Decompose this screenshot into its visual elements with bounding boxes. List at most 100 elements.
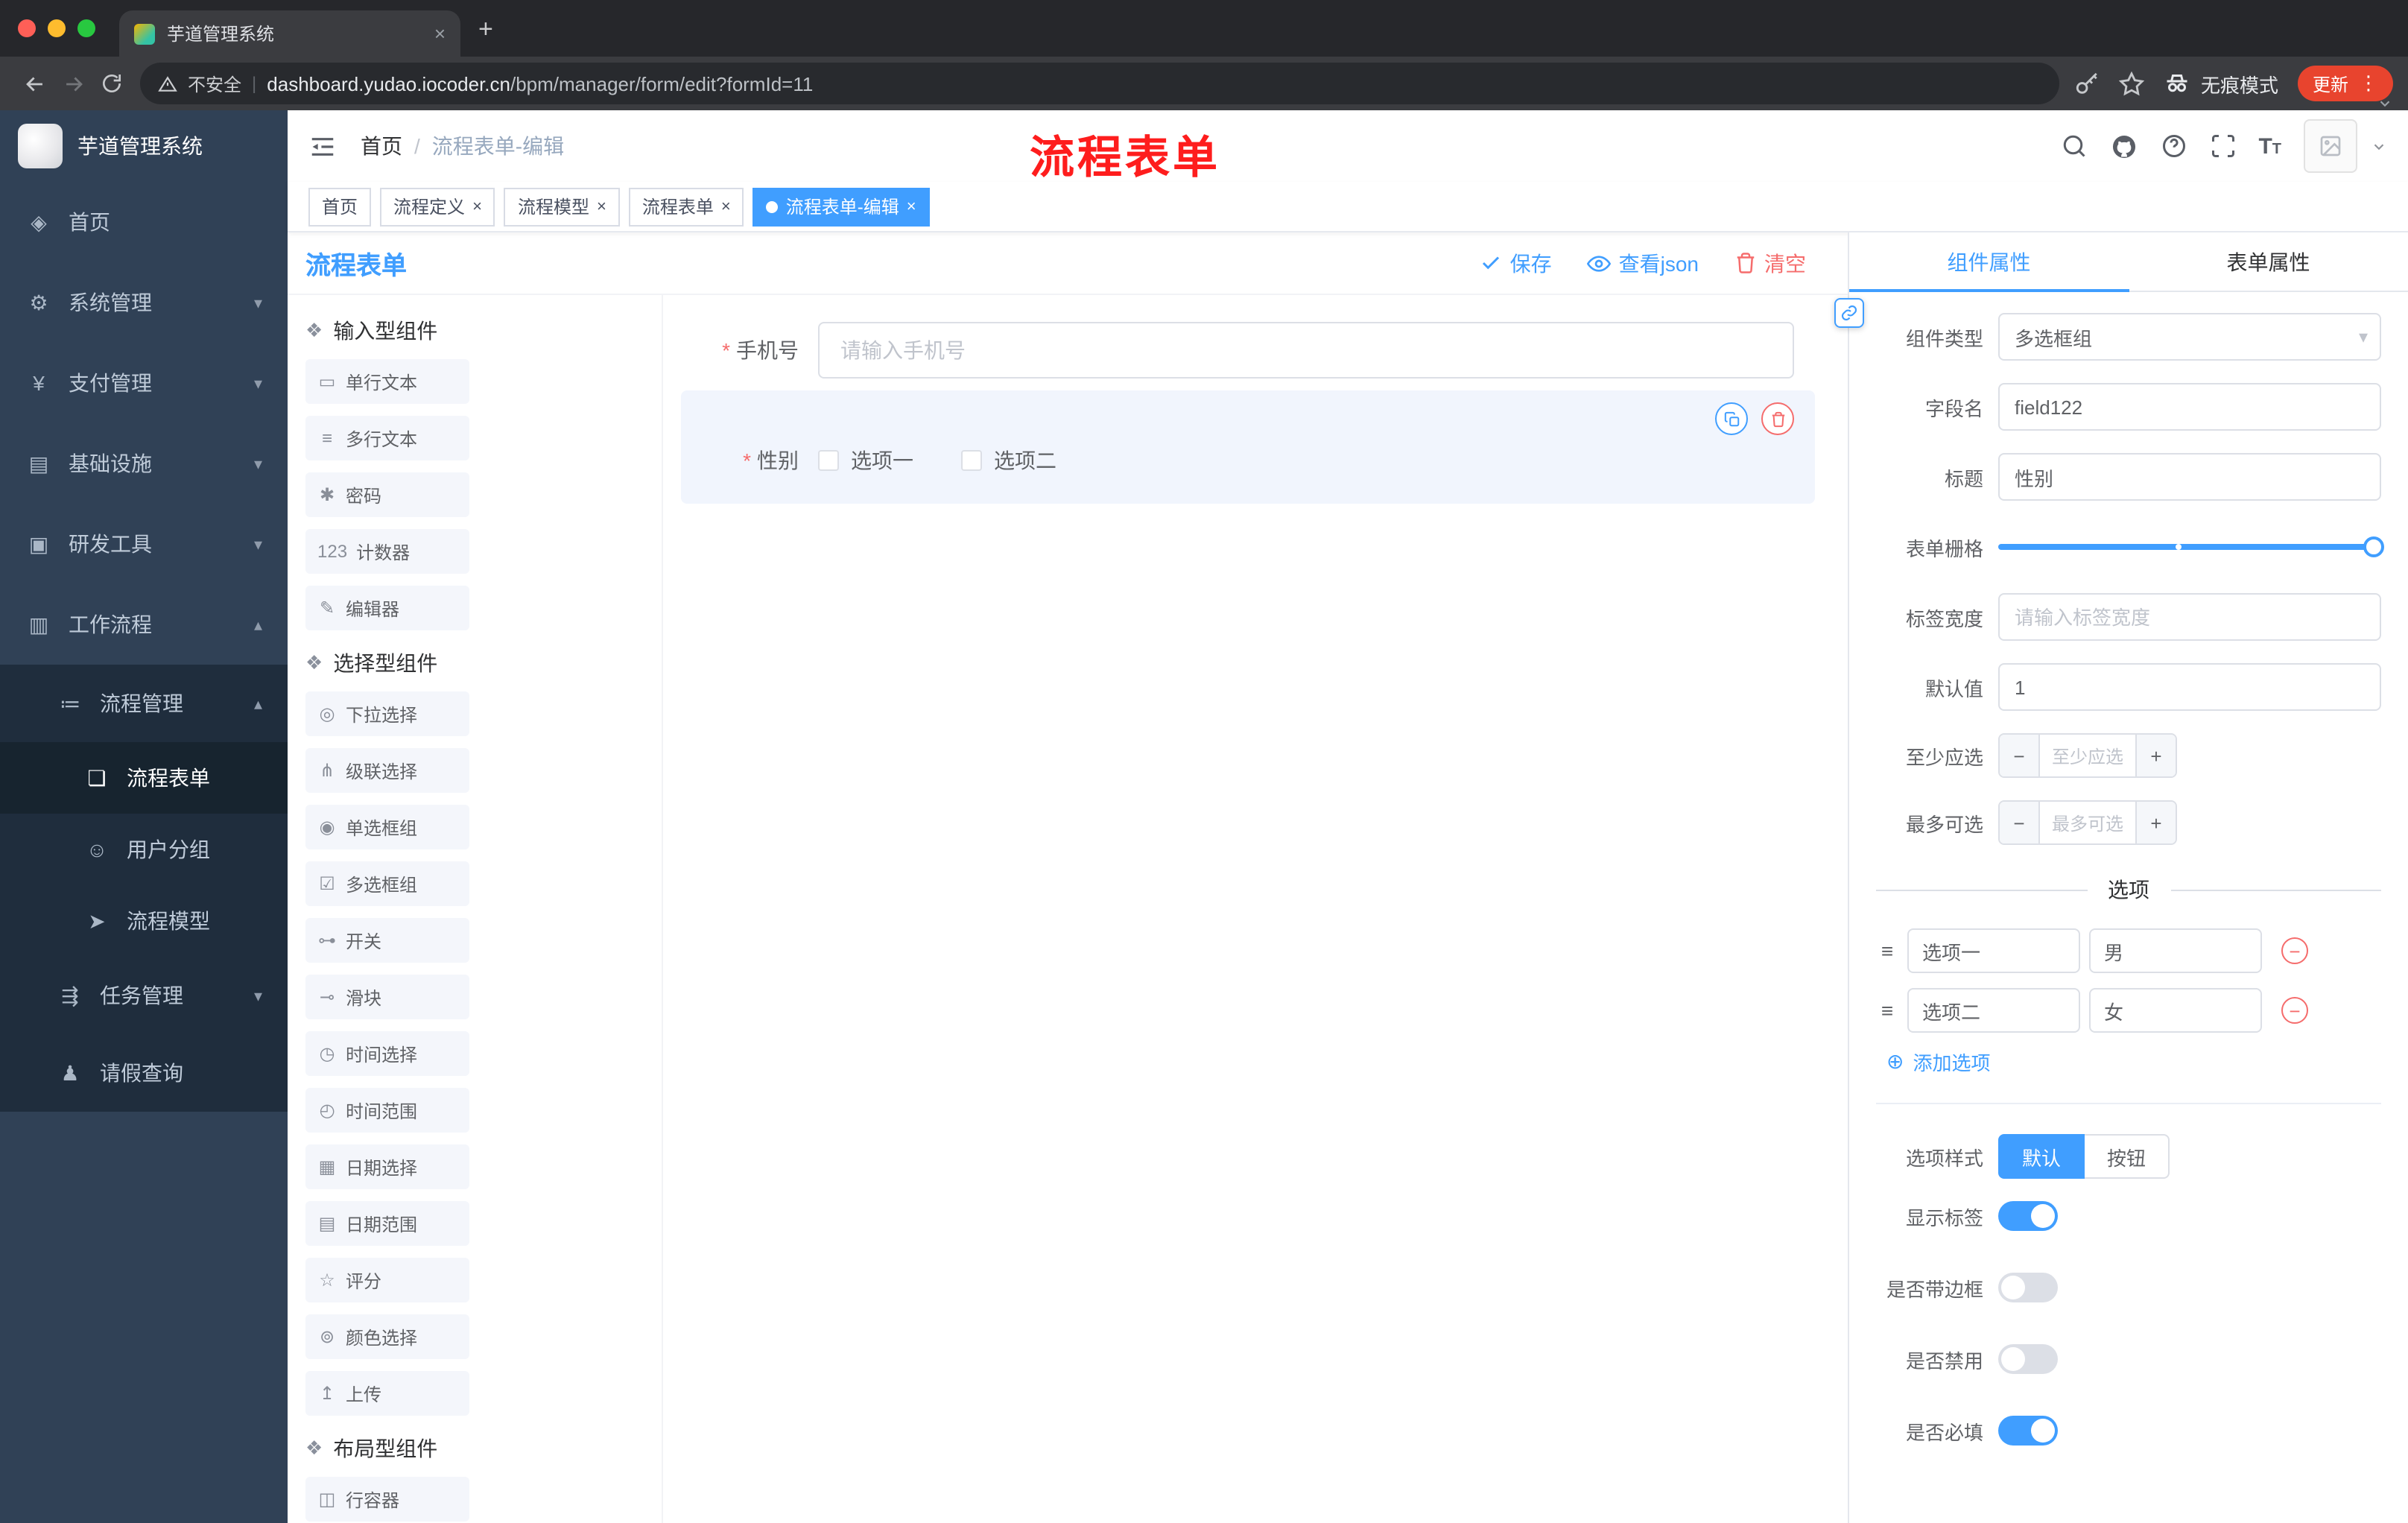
sidebar-item-task-mgmt[interactable]: ⇶ 任务管理 ▾: [0, 957, 288, 1034]
component-chip[interactable]: ▭ 单行文本: [305, 359, 469, 404]
github-icon[interactable]: [2109, 132, 2138, 160]
tag-close-icon[interactable]: ×: [907, 197, 916, 215]
sidebar-item-system[interactable]: ⚙ 系统管理 ▾: [0, 262, 288, 343]
form-canvas[interactable]: 手机号: [663, 295, 1848, 1523]
sidebar-item-payment[interactable]: ¥ 支付管理 ▾: [0, 343, 288, 423]
tag-close-icon[interactable]: ×: [472, 197, 482, 215]
tag-process-form[interactable]: 流程表单 ×: [628, 187, 744, 226]
browser-tab[interactable]: 芋道管理系统 ×: [119, 10, 460, 57]
component-chip[interactable]: ◴ 时间范围: [305, 1088, 469, 1133]
sidebar-item-workflow[interactable]: ▥ 工作流程 ▴: [0, 584, 288, 665]
option-label-input[interactable]: [1907, 928, 2080, 973]
window-close-button[interactable]: [18, 19, 36, 37]
style-button-button[interactable]: 按钮: [2085, 1134, 2170, 1179]
address-bar[interactable]: 不安全 | dashboard.yudao.iocoder.cn/bpm/man…: [140, 63, 2059, 104]
component-chip[interactable]: ▤ 日期范围: [305, 1201, 469, 1246]
show-label-switch[interactable]: [1998, 1201, 2058, 1231]
border-switch[interactable]: [1998, 1273, 2058, 1302]
sidebar-item-home[interactable]: ◈ 首页: [0, 182, 288, 262]
min-select-stepper[interactable]: − 至少应选 +: [1998, 733, 2177, 778]
view-json-button[interactable]: 查看json: [1587, 248, 1699, 278]
sidebar-item-process-model[interactable]: ➤ 流程模型: [0, 885, 288, 957]
component-chip[interactable]: 123 计数器: [305, 529, 469, 574]
gender-option-2-checkbox[interactable]: 选项二: [961, 446, 1056, 475]
decrement-button[interactable]: −: [2000, 735, 2038, 776]
sidebar-item-process-form[interactable]: ❏ 流程表单: [0, 742, 288, 814]
component-chip[interactable]: ✱ 密码: [305, 472, 469, 517]
new-tab-button[interactable]: +: [478, 15, 493, 45]
phone-input[interactable]: [818, 322, 1794, 379]
avatar[interactable]: [2304, 119, 2357, 173]
component-chip[interactable]: ✎ 编辑器: [305, 586, 469, 630]
field-name-input[interactable]: [1998, 383, 2381, 431]
save-button[interactable]: 保存: [1480, 248, 1552, 278]
component-chip[interactable]: ◉ 单选框组: [305, 805, 469, 849]
tag-close-icon[interactable]: ×: [597, 197, 606, 215]
component-chip[interactable]: ◎ 下拉选择: [305, 691, 469, 736]
drag-handle-icon[interactable]: ≡: [1876, 939, 1898, 963]
option-value-input[interactable]: [2089, 928, 2262, 973]
tag-process-definition[interactable]: 流程定义 ×: [380, 187, 495, 226]
component-chip[interactable]: ⊸ 滑块: [305, 975, 469, 1019]
component-chip[interactable]: ⋔ 级联选择: [305, 748, 469, 793]
link-icon[interactable]: [1834, 298, 1864, 328]
component-chip[interactable]: ◫ 行容器: [305, 1477, 469, 1522]
increment-button[interactable]: +: [2137, 802, 2176, 843]
tag-process-model[interactable]: 流程模型 ×: [504, 187, 620, 226]
increment-button[interactable]: +: [2137, 735, 2176, 776]
toolbar-caret-icon[interactable]: [2377, 95, 2393, 112]
tag-process-form-edit[interactable]: 流程表单-编辑 ×: [752, 187, 930, 226]
component-type-select[interactable]: 多选框组 ▾: [1998, 313, 2381, 361]
window-zoom-button[interactable]: [77, 19, 95, 37]
password-key-icon[interactable]: [2074, 71, 2100, 96]
drag-handle-icon[interactable]: ≡: [1876, 998, 1898, 1022]
max-select-stepper[interactable]: − 最多可选 +: [1998, 800, 2177, 845]
bookmark-star-icon[interactable]: [2118, 71, 2144, 96]
gender-option-1-checkbox[interactable]: 选项一: [818, 446, 913, 475]
menu-dots-icon[interactable]: ⋮: [2359, 72, 2378, 95]
tag-close-icon[interactable]: ×: [721, 197, 731, 215]
required-switch[interactable]: [1998, 1416, 2058, 1446]
default-value-input[interactable]: [1998, 663, 2381, 711]
component-chip[interactable]: ▦ 日期选择: [305, 1144, 469, 1189]
sidebar-item-user-groups[interactable]: ☺ 用户分组: [0, 814, 288, 885]
hamburger-icon[interactable]: [308, 132, 337, 160]
option-label-input[interactable]: [1907, 988, 2080, 1033]
search-icon[interactable]: [2060, 133, 2087, 159]
grid-slider[interactable]: [1998, 523, 2384, 571]
reload-button[interactable]: [92, 64, 131, 103]
remove-option-button[interactable]: −: [2281, 997, 2308, 1024]
avatar-caret-icon[interactable]: [2371, 138, 2387, 154]
delete-component-button[interactable]: [1761, 402, 1794, 435]
tab-form-props[interactable]: 表单属性: [2129, 232, 2408, 291]
component-chip[interactable]: ≡ 多行文本: [305, 416, 469, 460]
add-option-button[interactable]: ⊕ 添加选项: [1886, 1048, 2381, 1076]
sidebar-item-process-mgmt[interactable]: ≔ 流程管理 ▴: [0, 665, 288, 742]
component-chip[interactable]: ☑ 多选框组: [305, 861, 469, 906]
component-chip[interactable]: ◷ 时间选择: [305, 1031, 469, 1076]
sidebar-item-devtools[interactable]: ▣ 研发工具 ▾: [0, 504, 288, 584]
phone-form-item[interactable]: 手机号: [681, 322, 1794, 379]
remove-option-button[interactable]: −: [2281, 937, 2308, 964]
decrement-button[interactable]: −: [2000, 802, 2038, 843]
breadcrumb-home[interactable]: 首页: [361, 131, 402, 161]
security-warning-icon[interactable]: [158, 74, 177, 93]
component-chip[interactable]: ⊚ 颜色选择: [305, 1314, 469, 1359]
component-chip[interactable]: ☆ 评分: [305, 1258, 469, 1302]
sidebar-item-infra[interactable]: ▤ 基础设施 ▾: [0, 423, 288, 504]
clear-button[interactable]: 清空: [1734, 248, 1806, 278]
fullscreen-icon[interactable]: [2209, 133, 2236, 159]
back-button[interactable]: [15, 64, 54, 103]
title-input[interactable]: [1998, 453, 2381, 501]
help-icon[interactable]: [2160, 133, 2187, 159]
component-chip[interactable]: ↥ 上传: [305, 1371, 469, 1416]
option-value-input[interactable]: [2089, 988, 2262, 1033]
disabled-switch[interactable]: [1998, 1344, 2058, 1374]
tag-home[interactable]: 首页: [308, 187, 372, 226]
component-chip[interactable]: ⊶ 开关: [305, 918, 469, 963]
gender-form-item-selected[interactable]: 性别 选项一 选项二: [681, 390, 1815, 504]
window-minimize-button[interactable]: [48, 19, 66, 37]
style-default-button[interactable]: 默认: [1998, 1134, 2085, 1179]
forward-button[interactable]: [54, 64, 92, 103]
copy-component-button[interactable]: [1715, 402, 1748, 435]
